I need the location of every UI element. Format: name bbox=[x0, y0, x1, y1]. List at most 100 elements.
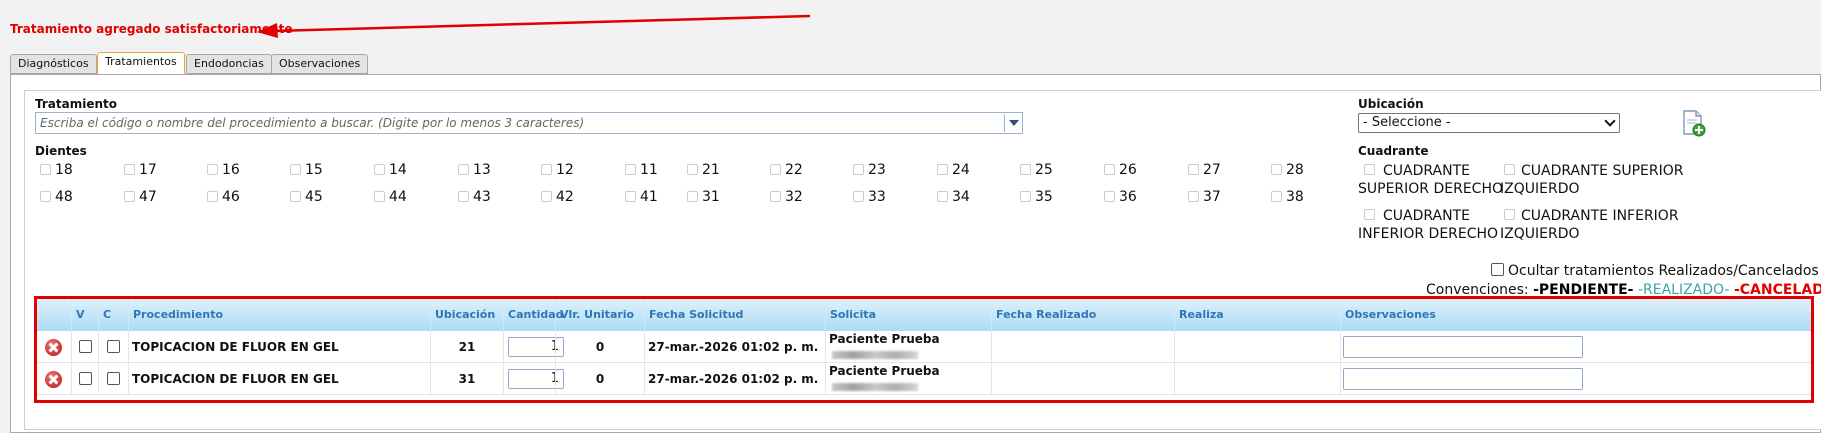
solicita-cell: Paciente Prueba bbox=[829, 364, 940, 378]
search-dropdown-button[interactable] bbox=[1004, 114, 1022, 132]
col-observaciones-header[interactable]: Observaciones bbox=[1340, 299, 1811, 331]
tooth-21-label: 21 bbox=[702, 162, 720, 178]
tooth-22-checkbox[interactable] bbox=[770, 164, 781, 175]
tooth-45-checkbox[interactable] bbox=[290, 191, 301, 202]
tooth-21-checkbox[interactable] bbox=[687, 164, 698, 175]
tooth-38-label: 38 bbox=[1286, 189, 1304, 205]
chevron-down-icon bbox=[1604, 115, 1616, 127]
col-c-header[interactable]: C bbox=[98, 299, 128, 331]
tooth-47-label: 47 bbox=[139, 189, 157, 205]
v-checkbox[interactable] bbox=[79, 340, 92, 353]
redacted-text bbox=[832, 351, 918, 359]
tooth-11-checkbox[interactable] bbox=[625, 164, 636, 175]
tooth-28-label: 28 bbox=[1286, 162, 1304, 178]
ubicacion-cell: 21 bbox=[430, 331, 503, 363]
col-procedimiento-header[interactable]: Procedimiento bbox=[128, 299, 430, 331]
realiza-cell bbox=[1174, 331, 1340, 363]
tooth-41-checkbox[interactable] bbox=[625, 191, 636, 202]
cuadrante-inferior-izquierdo-label: CUADRANTE INFERIOR IZQUIERDO bbox=[1500, 208, 1679, 242]
tooth-42-checkbox[interactable] bbox=[541, 191, 552, 202]
tooth-25-checkbox[interactable] bbox=[1020, 164, 1031, 175]
tooth-14-checkbox[interactable] bbox=[374, 164, 385, 175]
tooth-38-checkbox[interactable] bbox=[1271, 191, 1282, 202]
c-checkbox[interactable] bbox=[107, 340, 120, 353]
tooth-15-checkbox[interactable] bbox=[290, 164, 301, 175]
tratamiento-label: Tratamiento bbox=[35, 97, 117, 111]
col-fecha-realizado-header[interactable]: Fecha Realizado bbox=[991, 299, 1174, 331]
realiza-cell bbox=[1174, 363, 1340, 395]
col-cantidad-header[interactable]: Cantidad bbox=[503, 299, 564, 331]
tooth-46-checkbox[interactable] bbox=[207, 191, 218, 202]
col-realiza-header[interactable]: Realiza bbox=[1174, 299, 1340, 331]
tooth-35-label: 35 bbox=[1035, 189, 1053, 205]
ubicacion-select[interactable]: - Seleccione - bbox=[1358, 113, 1620, 133]
tooth-35-checkbox[interactable] bbox=[1020, 191, 1031, 202]
observaciones-input[interactable] bbox=[1343, 368, 1583, 390]
ubicacion-selected: - Seleccione - bbox=[1363, 115, 1451, 130]
tooth-23-checkbox[interactable] bbox=[853, 164, 864, 175]
tooth-34-checkbox[interactable] bbox=[937, 191, 948, 202]
col-solicita-header[interactable]: Solicita bbox=[825, 299, 991, 331]
tooth-12-checkbox[interactable] bbox=[541, 164, 552, 175]
procedure-search-input[interactable]: Escriba el código o nombre del procedimi… bbox=[35, 112, 1023, 134]
col-v-header[interactable]: V bbox=[71, 299, 98, 331]
tooth-16-label: 16 bbox=[222, 162, 240, 178]
fecha-solicitud-cell: 27-mar.-2026 01:02 p. m. bbox=[644, 363, 825, 395]
tooth-48-checkbox[interactable] bbox=[40, 191, 51, 202]
col-ubicacion-header[interactable]: Ubicación bbox=[430, 299, 503, 331]
tooth-32-label: 32 bbox=[785, 189, 803, 205]
annotation-arrow bbox=[257, 14, 811, 38]
observaciones-input[interactable] bbox=[1343, 336, 1583, 358]
vlr-unitario-cell: 0 bbox=[555, 363, 644, 395]
add-document-icon[interactable] bbox=[1682, 110, 1706, 137]
tooth-28-checkbox[interactable] bbox=[1271, 164, 1282, 175]
ubicacion-label: Ubicación bbox=[1358, 97, 1424, 111]
table-row: TOPICACION DE FLUOR EN GEL 21 1 0 27-mar… bbox=[37, 331, 1811, 363]
tooth-44-label: 44 bbox=[389, 189, 407, 205]
tooth-17-label: 17 bbox=[139, 162, 157, 178]
tooth-12-label: 12 bbox=[556, 162, 574, 178]
tooth-44-checkbox[interactable] bbox=[374, 191, 385, 202]
tooth-31-checkbox[interactable] bbox=[687, 191, 698, 202]
tooth-17-checkbox[interactable] bbox=[124, 164, 135, 175]
tooth-43-checkbox[interactable] bbox=[458, 191, 469, 202]
tooth-31-label: 31 bbox=[702, 189, 720, 205]
tooth-24-checkbox[interactable] bbox=[937, 164, 948, 175]
v-checkbox[interactable] bbox=[79, 372, 92, 385]
tooth-26-checkbox[interactable] bbox=[1104, 164, 1115, 175]
ocultar-checkbox[interactable] bbox=[1491, 263, 1504, 276]
grid-header: V C Procedimiento Ubicación Cantidad Vlr… bbox=[37, 299, 1811, 331]
cuadrante-superior-derecho-label: CUADRANTE SUPERIOR DERECHO bbox=[1358, 163, 1503, 197]
tooth-37-checkbox[interactable] bbox=[1188, 191, 1199, 202]
tooth-36-checkbox[interactable] bbox=[1104, 191, 1115, 202]
tooth-43-label: 43 bbox=[473, 189, 491, 205]
tooth-16-checkbox[interactable] bbox=[207, 164, 218, 175]
c-checkbox[interactable] bbox=[107, 372, 120, 385]
tooth-32-checkbox[interactable] bbox=[770, 191, 781, 202]
delete-icon[interactable] bbox=[45, 339, 62, 356]
success-message: Tratamiento agregado satisfactoriamente bbox=[10, 22, 293, 36]
tooth-36-label: 36 bbox=[1119, 189, 1137, 205]
tooth-27-label: 27 bbox=[1203, 162, 1221, 178]
tooth-33-checkbox[interactable] bbox=[853, 191, 864, 202]
tooth-18-checkbox[interactable] bbox=[40, 164, 51, 175]
fecha-solicitud-cell: 27-mar.-2026 01:02 p. m. bbox=[644, 331, 825, 363]
tooth-47-checkbox[interactable] bbox=[124, 191, 135, 202]
tab-tratamientos[interactable]: Tratamientos bbox=[97, 52, 185, 75]
tab-observaciones[interactable]: Observaciones bbox=[271, 54, 369, 74]
tooth-14-label: 14 bbox=[389, 162, 407, 178]
col-fecha-solicitud-header[interactable]: Fecha Solicitud bbox=[644, 299, 825, 331]
fecha-realizado-cell bbox=[991, 331, 1174, 363]
tooth-13-checkbox[interactable] bbox=[458, 164, 469, 175]
dientes-label: Dientes bbox=[35, 144, 87, 158]
solicita-cell: Paciente Prueba bbox=[829, 332, 940, 346]
tooth-13-label: 13 bbox=[473, 162, 491, 178]
tooth-37-label: 37 bbox=[1203, 189, 1221, 205]
fecha-realizado-cell bbox=[991, 363, 1174, 395]
tab-endodoncias[interactable]: Endodoncias bbox=[186, 54, 272, 74]
tooth-45-label: 45 bbox=[305, 189, 323, 205]
tab-diagnosticos[interactable]: Diagnósticos bbox=[10, 54, 97, 74]
col-vlr-unitario-header[interactable]: Vlr. Unitario bbox=[555, 299, 644, 331]
tooth-27-checkbox[interactable] bbox=[1188, 164, 1199, 175]
delete-icon[interactable] bbox=[45, 371, 62, 388]
